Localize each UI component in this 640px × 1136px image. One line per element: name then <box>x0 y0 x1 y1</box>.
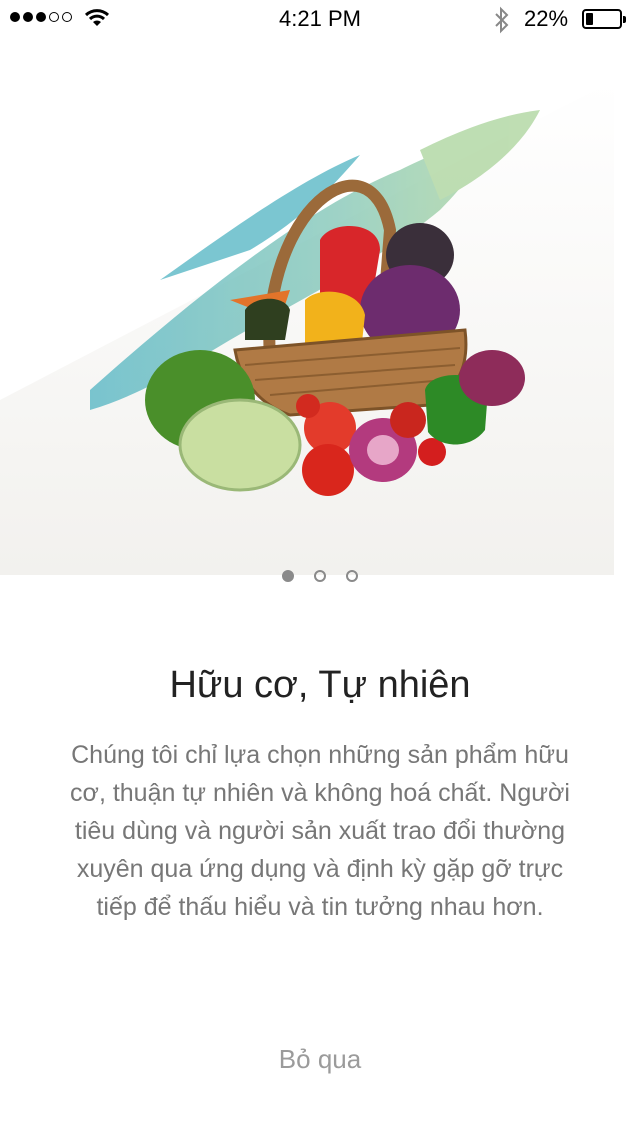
page-indicator <box>0 570 640 582</box>
page-dot-1[interactable] <box>282 570 294 582</box>
cherry-tomato <box>418 438 446 466</box>
cherry-tomato <box>296 394 320 418</box>
tomato <box>390 402 426 438</box>
battery-icon <box>582 9 626 29</box>
onboarding-title: Hữu cơ, Tự nhiên <box>169 664 471 706</box>
status-bar: 4:21 PM 22% <box>0 0 640 40</box>
page-dot-2[interactable] <box>314 570 326 582</box>
tomato <box>302 444 354 496</box>
onboarding-description: Chúng tôi chỉ lựa chọn những sản phẩm hữ… <box>70 741 570 921</box>
eggplant <box>245 298 290 340</box>
page-dot-3[interactable] <box>346 570 358 582</box>
bluetooth-icon <box>495 6 509 34</box>
cabbage <box>178 398 302 492</box>
skip-button[interactable]: Bỏ qua <box>0 1044 640 1075</box>
vegetable-basket-illustration <box>0 80 614 575</box>
battery-level-fill <box>586 13 593 25</box>
red-onion <box>459 350 525 406</box>
battery-percentage: 22% <box>524 6 569 31</box>
